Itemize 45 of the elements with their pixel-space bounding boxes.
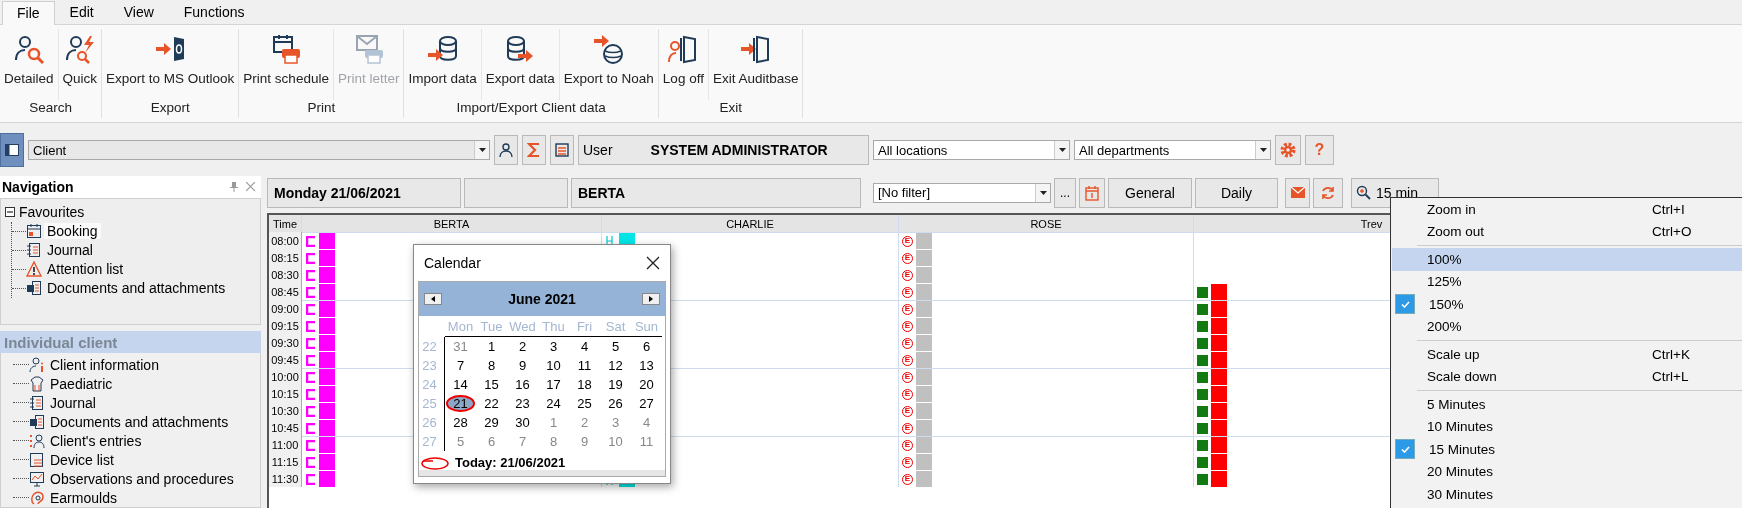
weekday-label: Tue [476, 318, 507, 338]
weekday-label: Sat [600, 318, 631, 338]
time-label: 08:00 [269, 232, 302, 249]
time-label: 09:15 [269, 317, 302, 334]
weekday-label: Wed [507, 318, 538, 338]
week-number: 26 [419, 413, 445, 433]
user-name: SYSTEM ADMINISTRATOR [650, 142, 828, 158]
section-header: Individual client [0, 331, 261, 353]
week-number: 22 [419, 337, 445, 357]
column-header: Time [269, 215, 302, 232]
time-label: 11:15 [269, 453, 302, 470]
week-number: 24 [419, 375, 445, 395]
week-number: 25 [419, 394, 445, 414]
time-label: 08:15 [269, 249, 302, 266]
month-title: June 2021 [508, 291, 576, 308]
resource-box: BERTA [571, 177, 861, 208]
weekday-label: Sun [631, 318, 662, 338]
time-label: 10:15 [269, 385, 302, 402]
panel-title: Navigation [2, 178, 75, 195]
week-number: 27 [419, 432, 445, 452]
time-label: 10:30 [269, 402, 302, 419]
time-label: 09:30 [269, 334, 302, 351]
time-label: 08:45 [269, 283, 302, 300]
group-label: Export [149, 100, 191, 117]
date-box: Monday 21/06/2021 [267, 177, 461, 208]
dialog-title: Calendar [424, 255, 481, 271]
time-label: 10:00 [269, 368, 302, 385]
column-header: CHARLIE [602, 215, 899, 232]
weekday-label: Mon [445, 318, 476, 338]
time-label: 11:00 [269, 436, 302, 453]
column-header: ROSE [899, 215, 1194, 232]
weekday-label: Thu [538, 318, 569, 338]
group-label: Import/Export Client data [455, 100, 607, 117]
user-label: User [583, 142, 613, 158]
column-header: BERTA [302, 215, 602, 232]
time-label: 09:45 [269, 351, 302, 368]
time-label: 11:30 [269, 470, 302, 487]
weekday-label: Fri [569, 318, 600, 338]
time-label: 09:00 [269, 300, 302, 317]
time-label: 10:45 [269, 419, 302, 436]
group-label: Print [306, 100, 337, 117]
group-label: Exit [718, 100, 743, 117]
group-label: Search [28, 100, 73, 117]
week-number: 23 [419, 356, 445, 376]
time-label: 08:30 [269, 266, 302, 283]
